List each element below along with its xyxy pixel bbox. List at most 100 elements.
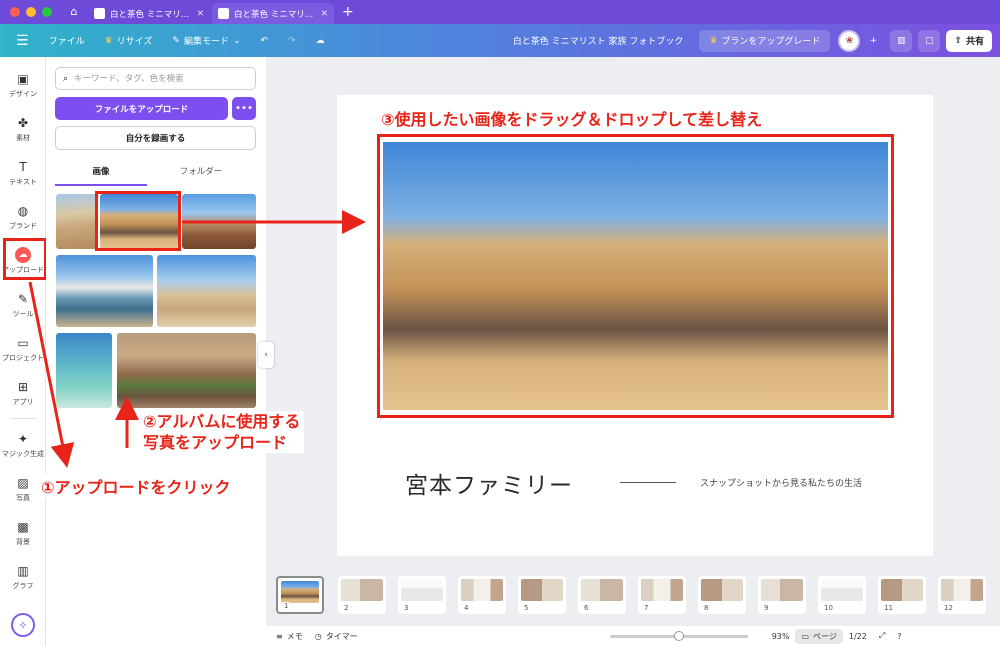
rail-item-magic-media[interactable]: ✦ マジック生成 — [0, 431, 46, 459]
divider-line[interactable] — [620, 482, 676, 483]
file-menu[interactable]: ファイル — [39, 34, 95, 47]
page-number: 11 — [882, 604, 895, 612]
tagline-text[interactable]: スナップショットから見る私たちの生活 — [700, 476, 862, 489]
upgrade-label: プランをアップグレード — [721, 37, 821, 47]
page-number: 6 — [582, 604, 591, 612]
redo-icon[interactable]: ↷ — [278, 36, 306, 46]
editor-toolbar: ☰ ファイル ♛ リサイズ ✎ 編集モード ⌄ ↶ ↷ ☁ 白と茶色 ミニマリス… — [0, 24, 1000, 57]
family-name-heading[interactable]: 宮本ファミリー — [405, 466, 573, 500]
annotation-step-1: ①アップロードをクリック — [37, 474, 235, 498]
uploaded-image-thumbnail[interactable] — [56, 255, 153, 327]
page-thumbnail[interactable]: 2 — [338, 576, 386, 614]
rail-item-projects[interactable]: ▭ プロジェクト — [0, 335, 46, 363]
annotation-step-2: ②アルバムに使用する 写真をアップロード — [139, 411, 305, 453]
share-label: 共有 — [965, 37, 984, 47]
more-options-button[interactable]: ••• — [232, 97, 256, 120]
timer-button[interactable]: ◷ タイマー — [309, 631, 364, 642]
page-preview — [341, 579, 383, 601]
page-thumbnail[interactable]: 5 — [518, 576, 566, 614]
edit-mode-dropdown[interactable]: ✎ 編集モード ⌄ — [162, 34, 250, 48]
uploaded-image-thumbnail[interactable] — [182, 194, 256, 249]
page-thumbnail[interactable]: 6 — [578, 576, 626, 614]
crown-icon: ♛ — [709, 35, 718, 46]
upgrade-plan-button[interactable]: ♛ プランをアップグレード — [699, 29, 831, 52]
page-thumbnail[interactable]: 12 — [938, 576, 986, 614]
cloud-save-icon[interactable]: ☁ — [306, 36, 335, 46]
rail-item-apps[interactable]: ⊞ アプリ — [0, 379, 46, 407]
tab-folders[interactable]: フォルダー — [155, 165, 247, 184]
browser-tab-2[interactable]: 白と茶色 ミニマリスト... ✕ — [212, 3, 334, 24]
pencil-icon: ✎ — [172, 35, 180, 46]
page-thumbnail[interactable]: 10 — [818, 576, 866, 614]
close-tab-icon[interactable]: ✕ — [321, 9, 328, 19]
folder-icon: ▭ — [17, 336, 29, 350]
zoom-level[interactable]: 93% — [766, 632, 796, 641]
comment-icon[interactable]: ▢ — [918, 29, 941, 52]
add-collaborator-button[interactable]: + — [862, 30, 884, 52]
undo-icon[interactable]: ↶ — [251, 36, 279, 46]
notes-icon: ≡ — [276, 631, 283, 641]
share-button[interactable]: ⇪ 共有 — [946, 29, 992, 52]
page-thumbnail[interactable]: 3 — [398, 576, 446, 614]
rail-item-label: 背景 — [16, 538, 30, 546]
new-tab-button[interactable]: + — [336, 4, 360, 20]
page-number: 12 — [942, 604, 955, 612]
search-box[interactable]: ⌕ — [55, 67, 256, 90]
document-title[interactable]: 白と茶色 ミニマリスト 家族 フォトブック — [503, 34, 694, 47]
uploaded-image-thumbnail[interactable] — [56, 194, 97, 249]
background-icon: ▩ — [17, 520, 29, 534]
uploaded-image-thumbnail[interactable] — [157, 255, 256, 327]
rail-item-tools[interactable]: ✎ ツール — [0, 291, 46, 319]
page-preview — [281, 581, 319, 603]
rail-item-text[interactable]: T テキスト — [0, 159, 46, 187]
close-window-button[interactable] — [10, 7, 20, 17]
rail-item-background[interactable]: ▩ 背景 — [0, 519, 46, 547]
pages-view-button[interactable]: ▭ ページ — [795, 628, 843, 644]
collapse-panel-button[interactable]: ‹ — [258, 342, 274, 368]
rail-item-label: 写真 — [16, 494, 30, 502]
magic-assistant-icon[interactable]: ✧ — [11, 613, 35, 637]
rail-item-design[interactable]: ▣ デザイン — [0, 71, 46, 99]
rail-item-elements[interactable]: ✤ 素材 — [0, 115, 46, 143]
minimize-window-button[interactable] — [26, 7, 36, 17]
apps-grid-icon: ⊞ — [17, 380, 29, 394]
uploaded-image-thumbnail[interactable] — [117, 333, 256, 408]
notes-button[interactable]: ≡ メモ — [266, 631, 309, 642]
left-rail: ▣ デザイン ✤ 素材 T テキスト ◍ ブランド ☁ アップロード ✎ ツール… — [0, 57, 46, 646]
zoom-slider[interactable] — [609, 630, 748, 641]
canva-favicon-icon — [94, 8, 105, 19]
page-counter[interactable]: 1/22 — [843, 632, 873, 641]
home-tab-icon[interactable]: ⌂ — [64, 1, 84, 21]
page-number: 5 — [522, 604, 531, 612]
page-preview — [761, 579, 803, 601]
page-thumbnail[interactable]: 11 — [878, 576, 926, 614]
search-input[interactable] — [74, 73, 248, 84]
menu-icon[interactable]: ☰ — [0, 33, 39, 49]
analytics-icon[interactable]: ▥ — [890, 29, 913, 52]
record-yourself-button[interactable]: 自分を録画する — [55, 126, 256, 150]
help-icon[interactable]: ? — [891, 632, 907, 641]
page-thumbnail[interactable]: 1 — [276, 576, 324, 614]
rail-item-brand[interactable]: ◍ ブランド — [0, 203, 46, 231]
browser-tab-bar: ⌂ 白と茶色 ミニマリスト... ✕ 白と茶色 ミニマリスト... ✕ + — [0, 0, 1000, 24]
tab-images[interactable]: 画像 — [55, 165, 147, 186]
page-thumbnail[interactable]: 9 — [758, 576, 806, 614]
tools-icon: ✎ — [17, 292, 29, 306]
page-number: 3 — [402, 604, 411, 612]
uploaded-image-thumbnail[interactable] — [56, 333, 112, 408]
fullscreen-icon[interactable]: ⤢ — [873, 631, 891, 641]
page-thumbnail[interactable]: 7 — [638, 576, 686, 614]
text-icon: T — [19, 160, 27, 174]
maximize-window-button[interactable] — [42, 7, 52, 17]
rail-item-charts[interactable]: ▥ グラフ — [0, 563, 46, 591]
upload-files-button[interactable]: ファイルをアップロード — [55, 97, 228, 120]
page-thumbnail[interactable]: 4 — [458, 576, 506, 614]
resize-button[interactable]: ♛ リサイズ — [95, 34, 163, 48]
avatar[interactable]: ❀ — [838, 29, 861, 52]
zoom-slider-handle[interactable] — [673, 630, 684, 641]
browser-tab-1[interactable]: 白と茶色 ミニマリスト... ✕ — [88, 3, 210, 24]
page-thumbnail[interactable]: 8 — [698, 576, 746, 614]
uploads-highlight-box — [3, 238, 47, 280]
page-number: 7 — [642, 604, 651, 612]
close-tab-icon[interactable]: ✕ — [197, 9, 204, 19]
